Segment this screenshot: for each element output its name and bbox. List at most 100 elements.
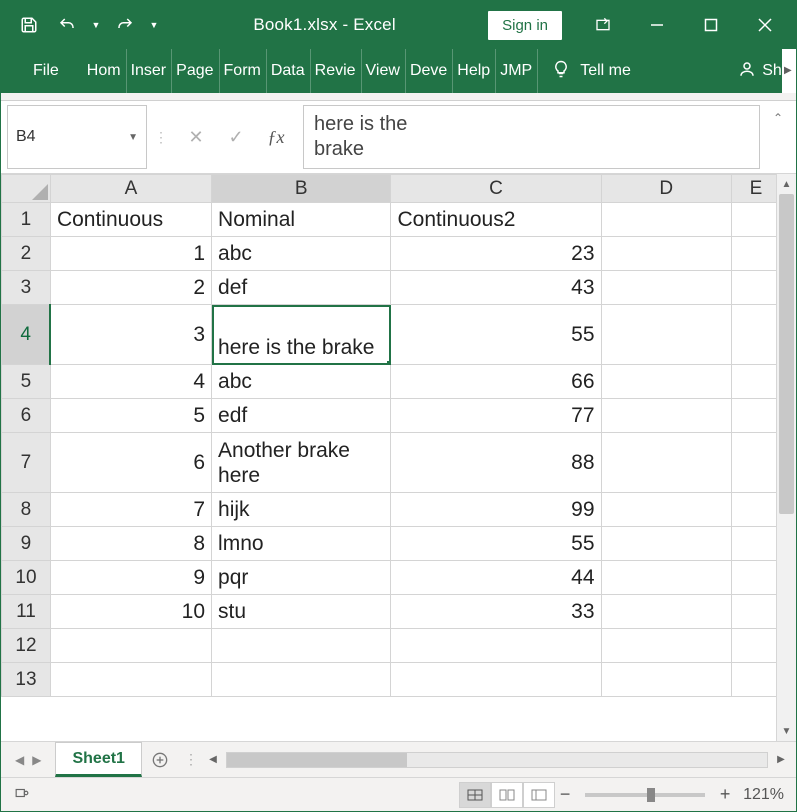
cell-B1[interactable]: Nominal — [212, 203, 391, 237]
cell-B7[interactable]: Another brake here — [212, 433, 391, 493]
cell-C1[interactable]: Continuous2 — [391, 203, 601, 237]
cell-E13[interactable] — [732, 663, 776, 697]
cell-C5[interactable]: 66 — [391, 365, 601, 399]
cell-A2[interactable]: 1 — [50, 237, 211, 271]
zoom-slider[interactable] — [585, 793, 705, 797]
cell-A11[interactable]: 10 — [50, 595, 211, 629]
row-header-6[interactable]: 6 — [2, 399, 51, 433]
scroll-left-arrow-icon[interactable]: ◀ — [204, 754, 222, 765]
new-sheet-button[interactable] — [142, 742, 178, 777]
tab-page[interactable]: Page — [172, 49, 219, 93]
tab-view[interactable]: View — [362, 49, 406, 93]
spreadsheet-grid[interactable]: ABCDE 1ContinuousNominalContinuous221abc… — [1, 174, 776, 697]
formula-bar-input[interactable]: here is the brake — [303, 105, 760, 169]
vscroll-thumb[interactable] — [779, 194, 794, 514]
cell-C12[interactable] — [391, 629, 601, 663]
cell-C3[interactable]: 43 — [391, 271, 601, 305]
sheet-next-icon[interactable]: ▶ — [32, 753, 41, 767]
tab-revie[interactable]: Revie — [311, 49, 362, 93]
cell-C7[interactable]: 88 — [391, 433, 601, 493]
page-layout-view-button[interactable] — [491, 782, 523, 808]
name-box[interactable]: B4 ▼ — [7, 105, 147, 169]
horizontal-scrollbar[interactable]: ⋮ ◀ ▶ — [178, 742, 796, 777]
cell-D12[interactable] — [601, 629, 732, 663]
sheet-tab-active[interactable]: Sheet1 — [55, 742, 141, 777]
cell-E9[interactable] — [732, 527, 776, 561]
cell-A7[interactable]: 6 — [50, 433, 211, 493]
row-header-5[interactable]: 5 — [2, 365, 51, 399]
cell-B4[interactable]: here is the brake — [212, 305, 391, 365]
cell-B13[interactable] — [212, 663, 391, 697]
scroll-up-arrow-icon[interactable]: ▲ — [777, 174, 796, 194]
cell-B5[interactable]: abc — [212, 365, 391, 399]
cell-A8[interactable]: 7 — [50, 493, 211, 527]
cell-E4[interactable] — [732, 305, 776, 365]
zoom-level[interactable]: 121% — [743, 786, 784, 804]
save-button[interactable] — [13, 9, 45, 41]
zoom-out-button[interactable]: − — [555, 784, 575, 805]
column-header-D[interactable]: D — [601, 175, 732, 203]
cell-D4[interactable] — [601, 305, 732, 365]
cell-E10[interactable] — [732, 561, 776, 595]
cell-D7[interactable] — [601, 433, 732, 493]
cell-E1[interactable] — [732, 203, 776, 237]
cell-E6[interactable] — [732, 399, 776, 433]
hscroll-track[interactable] — [226, 752, 768, 768]
normal-view-button[interactable] — [459, 782, 491, 808]
row-header-8[interactable]: 8 — [2, 493, 51, 527]
cell-E3[interactable] — [732, 271, 776, 305]
cell-D11[interactable] — [601, 595, 732, 629]
tell-me-search[interactable]: Tell me — [552, 60, 631, 83]
sheet-prev-icon[interactable]: ◀ — [15, 753, 24, 767]
cell-D8[interactable] — [601, 493, 732, 527]
tab-file[interactable]: File — [19, 49, 73, 93]
cell-D1[interactable] — [601, 203, 732, 237]
column-header-B[interactable]: B — [212, 175, 391, 203]
page-break-view-button[interactable] — [523, 782, 555, 808]
cell-B6[interactable]: edf — [212, 399, 391, 433]
cell-C13[interactable] — [391, 663, 601, 697]
tab-form[interactable]: Form — [220, 49, 267, 93]
cell-D3[interactable] — [601, 271, 732, 305]
cell-C10[interactable]: 44 — [391, 561, 601, 595]
tab-inser[interactable]: Inser — [127, 49, 173, 93]
cell-A13[interactable] — [50, 663, 211, 697]
cell-C8[interactable]: 99 — [391, 493, 601, 527]
cell-B12[interactable] — [212, 629, 391, 663]
hscroll-grip-icon[interactable]: ⋮ — [184, 751, 200, 768]
cell-D10[interactable] — [601, 561, 732, 595]
row-header-2[interactable]: 2 — [2, 237, 51, 271]
cell-C6[interactable]: 77 — [391, 399, 601, 433]
cell-B10[interactable]: pqr — [212, 561, 391, 595]
tab-data[interactable]: Data — [267, 49, 311, 93]
row-header-4[interactable]: 4 — [2, 305, 51, 365]
row-header-12[interactable]: 12 — [2, 629, 51, 663]
zoom-in-button[interactable]: + — [715, 784, 735, 805]
column-header-C[interactable]: C — [391, 175, 601, 203]
row-header-10[interactable]: 10 — [2, 561, 51, 595]
hscroll-thumb[interactable] — [227, 753, 407, 767]
cell-A4[interactable]: 3 — [50, 305, 211, 365]
cancel-formula-button[interactable]: ✕ — [176, 120, 216, 154]
cell-A3[interactable]: 2 — [50, 271, 211, 305]
cell-D5[interactable] — [601, 365, 732, 399]
signin-button[interactable]: Sign in — [488, 11, 562, 40]
insert-function-button[interactable]: ƒx — [256, 120, 296, 154]
expand-formula-bar-button[interactable]: ⌃ — [766, 105, 790, 169]
cell-C11[interactable]: 33 — [391, 595, 601, 629]
cell-C4[interactable]: 55 — [391, 305, 601, 365]
maximize-button[interactable] — [684, 1, 738, 49]
sheet-nav-buttons[interactable]: ◀ ▶ — [1, 742, 55, 777]
cell-A6[interactable]: 5 — [50, 399, 211, 433]
cell-A10[interactable]: 9 — [50, 561, 211, 595]
column-header-A[interactable]: A — [50, 175, 211, 203]
row-header-11[interactable]: 11 — [2, 595, 51, 629]
cell-B8[interactable]: hijk — [212, 493, 391, 527]
cell-D6[interactable] — [601, 399, 732, 433]
tab-deve[interactable]: Deve — [406, 49, 453, 93]
cell-E5[interactable] — [732, 365, 776, 399]
cell-A5[interactable]: 4 — [50, 365, 211, 399]
tab-help[interactable]: Help — [453, 49, 496, 93]
zoom-slider-knob[interactable] — [647, 788, 655, 802]
undo-dropdown-icon[interactable]: ▼ — [89, 9, 103, 41]
